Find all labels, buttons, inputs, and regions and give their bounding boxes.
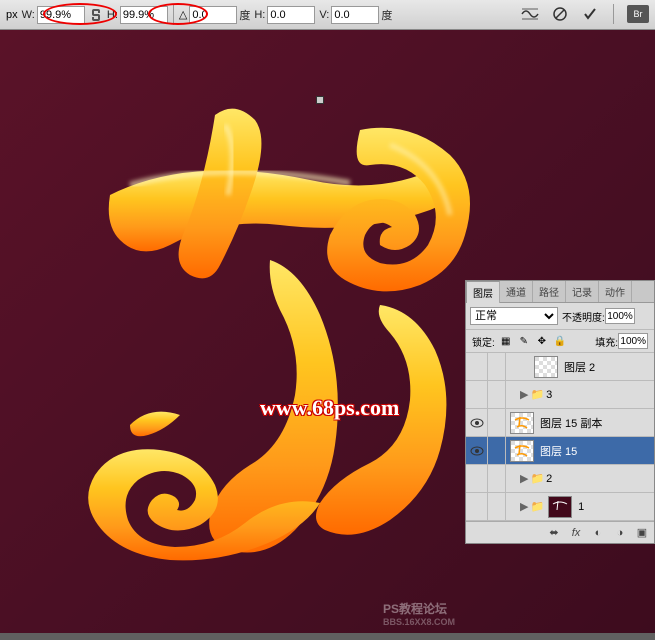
group-collapse-icon[interactable]: ▶ xyxy=(520,500,528,513)
brush-preset-icon[interactable]: Br xyxy=(627,5,649,23)
lock-fill-row: 锁定: ▦ ✎ ✥ 🔒 填充: xyxy=(466,330,654,353)
x-unit-field: px xyxy=(6,9,18,21)
layer-thumbnail[interactable] xyxy=(548,496,572,518)
layer-row[interactable]: 图层 15 副本 xyxy=(466,409,654,437)
layer-row-group[interactable]: ▶ 📁 1 xyxy=(466,493,654,521)
visibility-toggle[interactable] xyxy=(466,493,488,521)
folder-icon: 📁 xyxy=(530,500,544,513)
layer-name[interactable]: 图层 15 副本 xyxy=(538,415,654,431)
group-collapse-icon[interactable]: ▶ xyxy=(520,388,528,401)
skew-h-label: H: xyxy=(254,9,265,21)
lock-col xyxy=(488,493,506,521)
new-group-icon[interactable]: ▣ xyxy=(634,525,650,541)
blend-mode-select[interactable]: 正常 xyxy=(470,307,558,325)
layer-name[interactable]: 1 xyxy=(576,501,654,513)
visibility-toggle[interactable] xyxy=(466,409,488,437)
layer-thumbnail[interactable] xyxy=(510,440,534,462)
skew-h-input[interactable] xyxy=(267,6,315,24)
layer-effects-icon[interactable]: fx xyxy=(568,525,584,541)
skew-v-field: V: 度 xyxy=(319,6,392,24)
toolbar-right: Br xyxy=(520,4,649,24)
layers-panel: 图层 通道 路径 记录 动作 正常 不透明度: 锁定: ▦ ✎ ✥ 🔒 填充: xyxy=(465,280,655,544)
lock-col xyxy=(488,353,506,381)
watermark-footer-main: PS教程论坛 xyxy=(383,602,447,616)
blend-opacity-row: 正常 不透明度: xyxy=(466,303,654,330)
layer-mask-icon[interactable]: ◐ xyxy=(590,525,606,541)
tab-history[interactable]: 记录 xyxy=(566,281,599,302)
layer-thumbnail[interactable] xyxy=(534,356,558,378)
lock-col xyxy=(488,381,506,409)
lock-col xyxy=(488,409,506,437)
lock-col xyxy=(488,465,506,493)
commit-icon[interactable] xyxy=(580,4,600,24)
lock-transparency-icon[interactable]: ▦ xyxy=(499,334,513,348)
tab-channels[interactable]: 通道 xyxy=(500,281,533,302)
visibility-toggle[interactable] xyxy=(466,353,488,381)
skew-v-input[interactable] xyxy=(331,6,379,24)
lock-position-icon[interactable]: ✥ xyxy=(535,334,549,348)
watermark-footer: PS教程论坛 BBS.16XX8.COM xyxy=(383,600,455,627)
skew-v-unit: 度 xyxy=(381,7,392,23)
artwork-qixi-glyph xyxy=(70,85,500,565)
layer-name[interactable]: 图层 2 xyxy=(562,359,654,375)
warp-icon[interactable] xyxy=(520,4,540,24)
layer-name[interactable]: 2 xyxy=(544,473,654,485)
divider xyxy=(173,5,174,25)
lock-col xyxy=(488,437,506,465)
skew-h-field: H: xyxy=(254,6,315,24)
layer-thumbnail[interactable] xyxy=(510,412,534,434)
angle-field: △ 度 xyxy=(179,6,250,24)
watermark-url: www.68ps.com xyxy=(260,395,399,421)
layers-panel-footer: ⬌ fx ◐ ◑ ▣ xyxy=(466,521,654,543)
layer-row-selected[interactable]: 图层 15 xyxy=(466,437,654,465)
angle-icon: △ xyxy=(179,8,187,21)
divider xyxy=(613,4,614,24)
lock-all-icon[interactable]: 🔒 xyxy=(553,334,567,348)
width-input[interactable] xyxy=(37,6,85,24)
x-unit-label: px xyxy=(6,9,18,21)
visibility-toggle[interactable] xyxy=(466,465,488,493)
tab-layers[interactable]: 图层 xyxy=(466,281,500,303)
transform-options-bar: px W: H: △ 度 H: V: 度 Br xyxy=(0,0,655,30)
lock-pixels-icon[interactable]: ✎ xyxy=(517,334,531,348)
tab-paths[interactable]: 路径 xyxy=(533,281,566,302)
panel-tabs: 图层 通道 路径 记录 动作 xyxy=(466,281,654,303)
layer-name[interactable]: 3 xyxy=(544,389,654,401)
layer-row-group[interactable]: ▶ 📁 2 xyxy=(466,465,654,493)
visibility-toggle[interactable] xyxy=(466,381,488,409)
angle-input[interactable] xyxy=(189,6,237,24)
adjustment-layer-icon[interactable]: ◑ xyxy=(612,525,628,541)
width-field: W: xyxy=(22,6,85,24)
layer-row[interactable]: 图层 2 xyxy=(466,353,654,381)
cancel-icon[interactable] xyxy=(550,4,570,24)
layer-row-group[interactable]: ▶ 📁 3 xyxy=(466,381,654,409)
visibility-toggle[interactable] xyxy=(466,437,488,465)
watermark-footer-sub: BBS.16XX8.COM xyxy=(383,617,455,627)
opacity-input[interactable] xyxy=(605,308,635,324)
tab-actions[interactable]: 动作 xyxy=(599,281,632,302)
height-input[interactable] xyxy=(120,6,168,24)
opacity-label: 不透明度: xyxy=(562,309,605,324)
height-label: H: xyxy=(107,9,118,21)
folder-icon: 📁 xyxy=(530,388,544,401)
folder-icon: 📁 xyxy=(530,472,544,485)
width-label: W: xyxy=(22,9,35,21)
layer-list: 图层 2 ▶ 📁 3 图层 15 副本 图层 15 ▶ 📁 xyxy=(466,353,654,521)
group-collapse-icon[interactable]: ▶ xyxy=(520,472,528,485)
layer-name[interactable]: 图层 15 xyxy=(538,443,654,459)
skew-v-label: V: xyxy=(319,9,329,21)
lock-label: 锁定: xyxy=(472,334,495,349)
angle-unit: 度 xyxy=(239,7,250,23)
fill-input[interactable] xyxy=(618,333,648,349)
height-field: H: xyxy=(107,6,168,24)
link-icon[interactable] xyxy=(89,7,103,23)
fill-label: 填充: xyxy=(595,334,618,349)
link-layers-icon[interactable]: ⬌ xyxy=(546,525,562,541)
